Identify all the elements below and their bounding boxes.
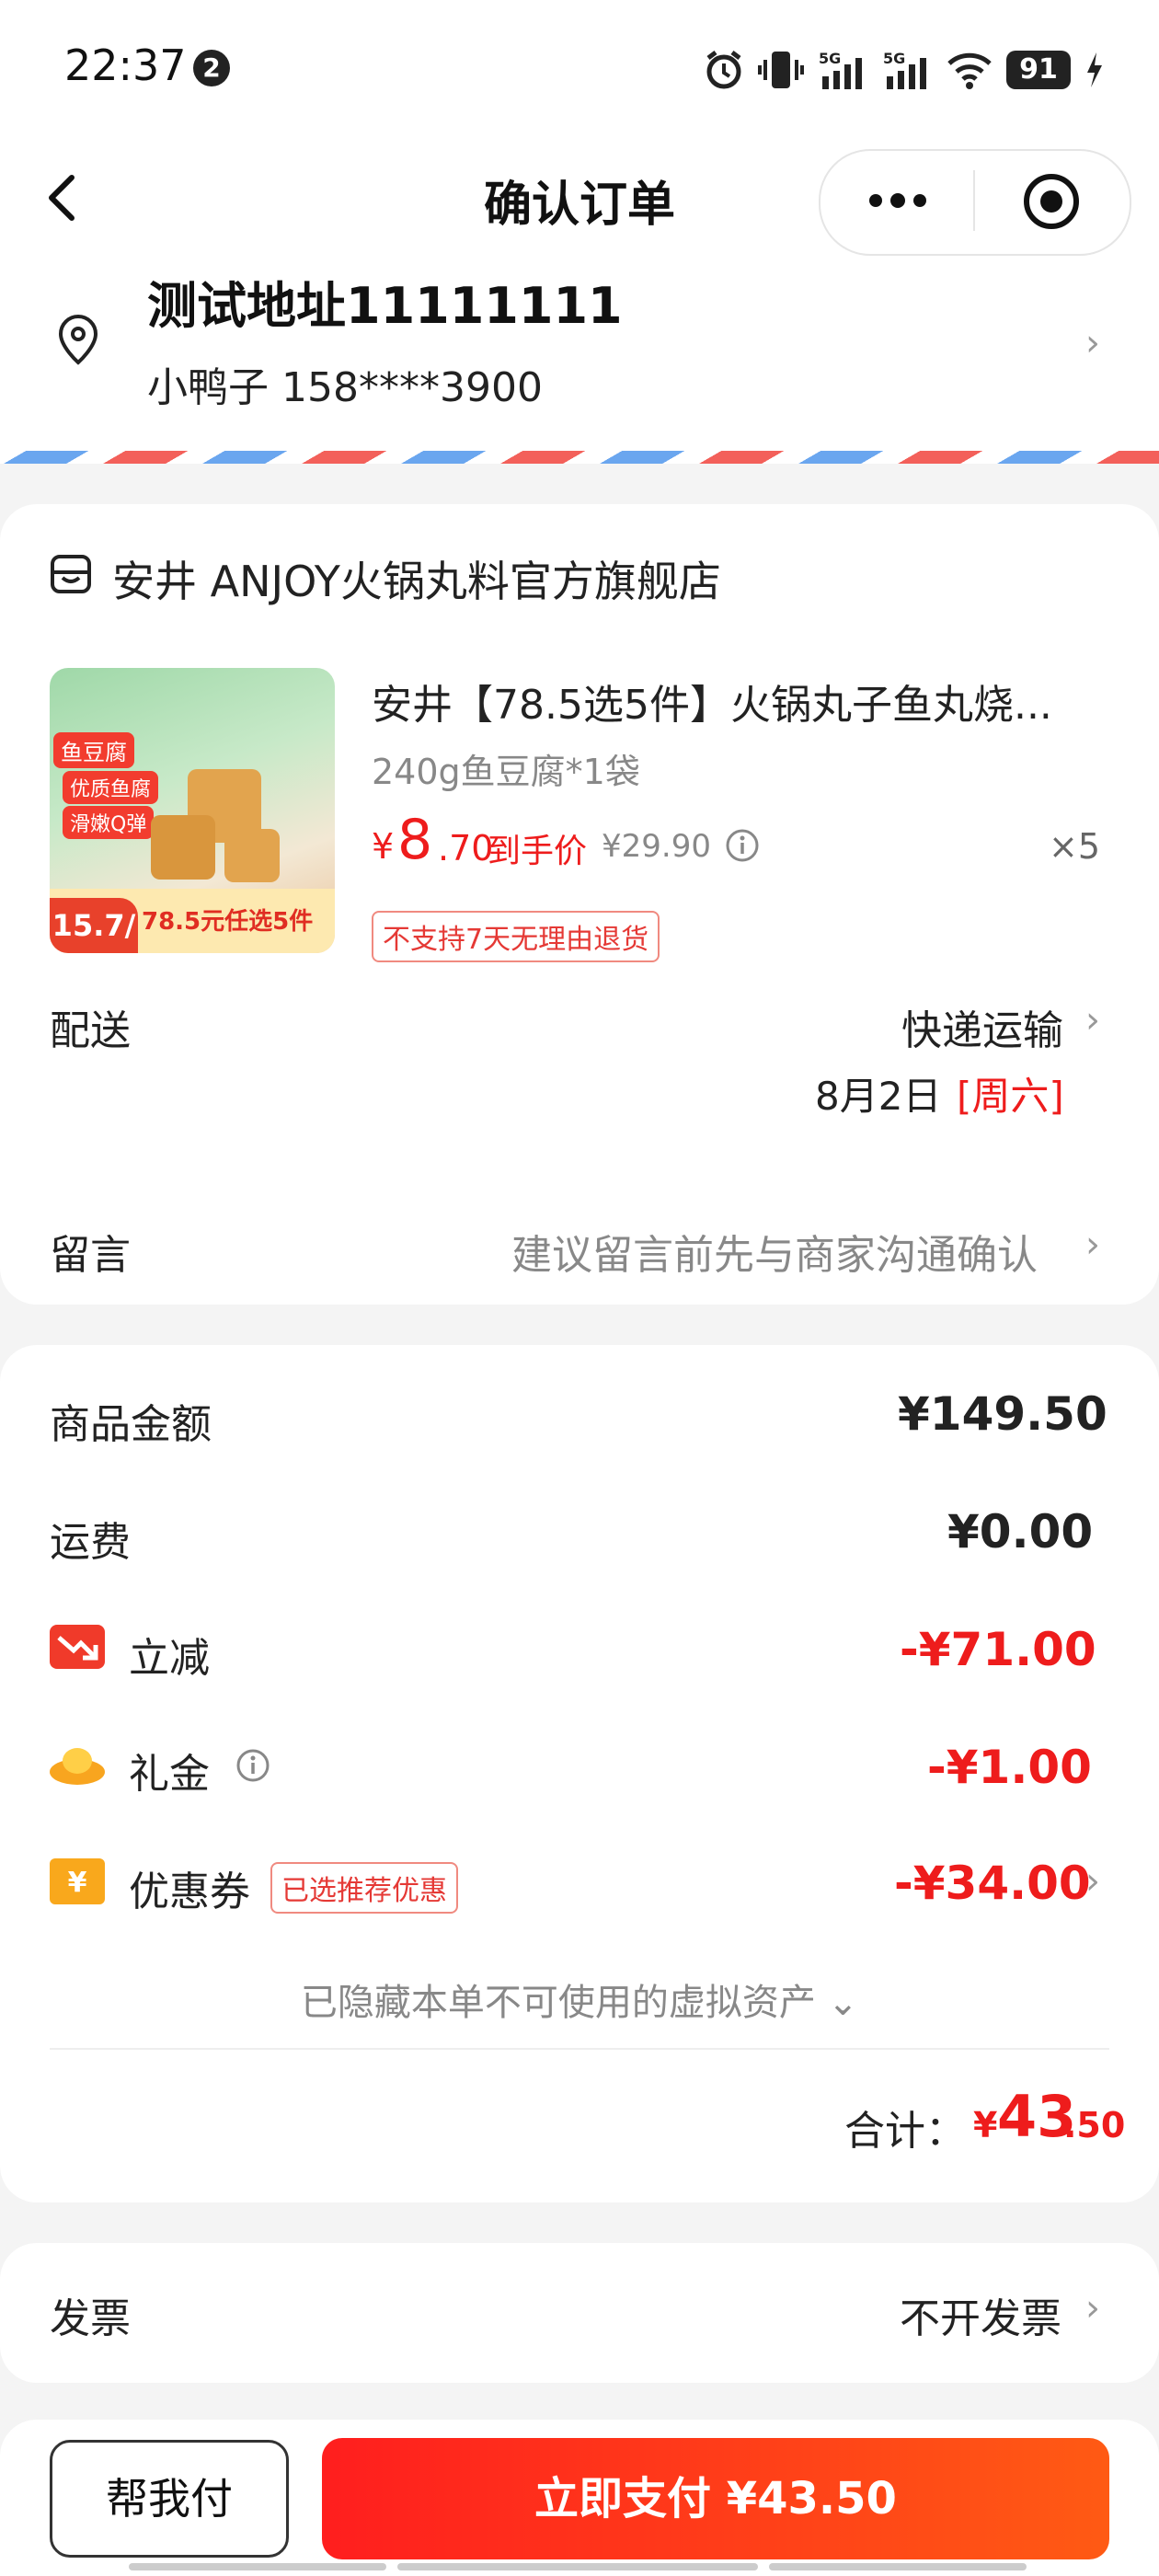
alarm-icon (706, 51, 741, 89)
goods-amount-label: 商品金额 (50, 1401, 212, 1448)
product-image[interactable]: 鱼豆腐 优质鱼腐 滑嫩Q弹 78.5元任选5件 15.7/起 (50, 668, 335, 953)
product-image-label: 鱼豆腐 (53, 732, 134, 768)
svg-text:¥: ¥ (68, 1867, 87, 1899)
hidden-assets-text: 已隐藏本单不可使用的虚拟资产 (300, 1982, 816, 2024)
price-integer: 8 (397, 808, 433, 872)
discount-value: -¥71.00 (900, 1623, 1096, 1676)
total-label: 合计： (844, 2108, 966, 2155)
product-image-price: 15.7/起 (50, 898, 138, 953)
gift-label: 礼金 (129, 1751, 210, 1798)
store-name[interactable]: 安井 ANJOY火锅丸料官方旗舰店 (112, 548, 721, 609)
svg-text:5G: 5G (883, 50, 905, 67)
more-dots-icon[interactable] (865, 182, 931, 219)
delivery-label: 配送 (50, 1007, 131, 1054)
coupon-label: 优惠券 (129, 1869, 250, 1915)
gift-value: -¥1.00 (927, 1741, 1092, 1794)
signal-5g-icon: 5G (819, 50, 862, 89)
coupon-selected-badge: 已选推荐优惠 (270, 1862, 458, 1914)
shipping-value: ¥0.00 (947, 1505, 1094, 1558)
coupon-icon: ¥ (50, 1858, 105, 1904)
charging-icon (1087, 52, 1102, 87)
fish-tofu-piece (151, 815, 215, 880)
location-pin-icon (58, 314, 98, 365)
battery-level: 91 (1006, 51, 1071, 89)
product-image-badge: 优质鱼腐 (63, 771, 159, 804)
delivery-chevron-icon: › (1085, 999, 1100, 1041)
svg-text:5G: 5G (819, 50, 841, 67)
help-me-pay-button[interactable]: 帮我付 (50, 2440, 289, 2558)
goods-amount-value: ¥149.50 (898, 1387, 1107, 1441)
summary-divider (50, 2048, 1109, 2050)
vibrate-icon (758, 52, 804, 88)
invoice-chevron-icon: › (1085, 2287, 1100, 2329)
product-title[interactable]: 安井【78.5选5件】火锅丸子鱼丸烧... (372, 672, 1052, 730)
chevron-down-icon: ⌄ (827, 1982, 859, 2024)
hidden-assets-toggle[interactable]: 已隐藏本单不可使用的虚拟资产 ⌄ (0, 1972, 1159, 2026)
product-image-promo: 78.5元任选5件 (142, 908, 314, 936)
final-price-label: 到手价 (488, 833, 588, 870)
wifi-icon (947, 52, 992, 89)
capsule-divider (973, 170, 975, 231)
home-indicator (769, 2563, 1027, 2570)
discount-label: 立减 (129, 1635, 210, 1682)
product-spec: 240g鱼豆腐*1袋 (372, 752, 640, 792)
address-title: 测试地址11111111 (147, 277, 623, 335)
airmail-stripe (0, 451, 1159, 464)
product-quantity: ×5 (1049, 826, 1101, 867)
gift-info-icon[interactable] (235, 1748, 270, 1783)
gift-ingot-icon (50, 1748, 105, 1785)
price-currency: ¥ (372, 826, 395, 867)
address-contact: 小鸭子 158****3900 (147, 364, 543, 411)
price-decimal: .70 (438, 828, 494, 868)
product-image-badge-2: 滑嫩Q弹 (63, 806, 155, 839)
home-indicator (129, 2563, 386, 2570)
signal-5g-icon-2: 5G (883, 50, 926, 89)
coupon-chevron-icon: › (1085, 1860, 1100, 1903)
return-policy-badge: 不支持7天无理由退货 (372, 911, 660, 962)
total-currency: ¥ (973, 2105, 998, 2145)
original-price: ¥29.90 (602, 828, 711, 865)
fish-tofu-piece (224, 829, 280, 882)
delivery-weekday: [周六] (957, 1074, 1064, 1119)
coupon-value[interactable]: -¥34.00 (894, 1857, 1091, 1910)
delivery-method[interactable]: 快递运输 (901, 997, 1063, 1056)
message-label: 留言 (50, 1232, 131, 1279)
home-indicator (397, 2563, 758, 2570)
invoice-value[interactable]: 不开发票 (900, 2285, 1061, 2344)
shipping-label: 运费 (50, 1519, 131, 1566)
invoice-label: 发票 (50, 2295, 131, 2342)
message-chevron-icon: › (1085, 1224, 1100, 1266)
store-icon (51, 555, 91, 593)
total-decimal: .50 (1063, 2105, 1126, 2145)
message-input[interactable]: 建议留言前先与商家沟通确认 (511, 1222, 1038, 1281)
notification-badge: 2 (193, 50, 230, 86)
address-chevron-icon: › (1085, 322, 1100, 364)
delivery-date: 8月2日 (815, 1074, 942, 1119)
pay-now-button[interactable]: 立即支付 ¥43.50 (322, 2438, 1109, 2559)
discount-down-icon (50, 1625, 105, 1669)
status-icons: 5G 5G 91 (703, 44, 1104, 96)
info-icon[interactable] (725, 828, 760, 863)
status-time: 22:37 (64, 40, 187, 90)
close-target-icon[interactable] (1021, 171, 1082, 232)
